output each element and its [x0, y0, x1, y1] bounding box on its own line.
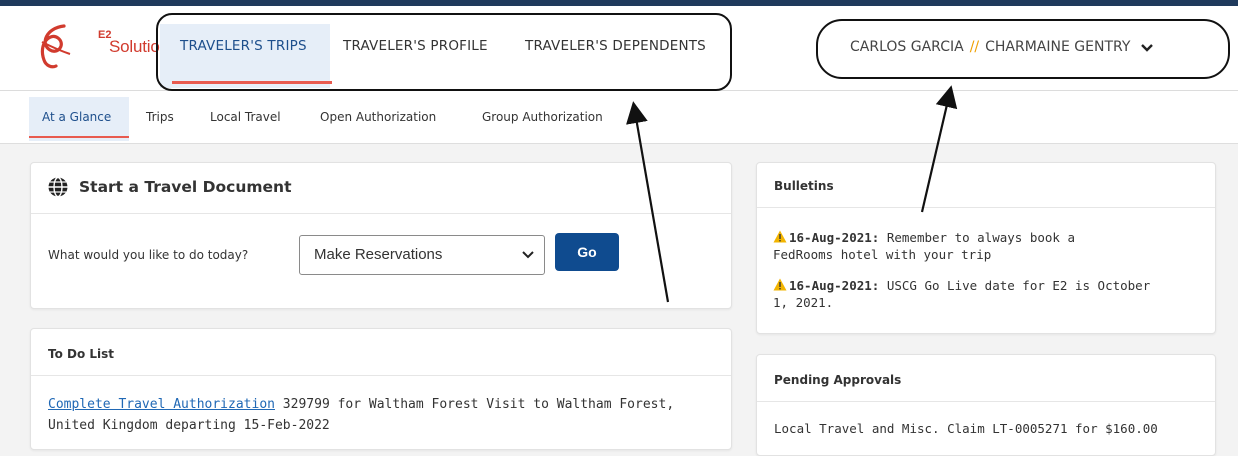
annotation-arrows [626, 85, 958, 303]
arrow-to-tabs [626, 101, 670, 303]
arrow-to-user [920, 85, 958, 213]
